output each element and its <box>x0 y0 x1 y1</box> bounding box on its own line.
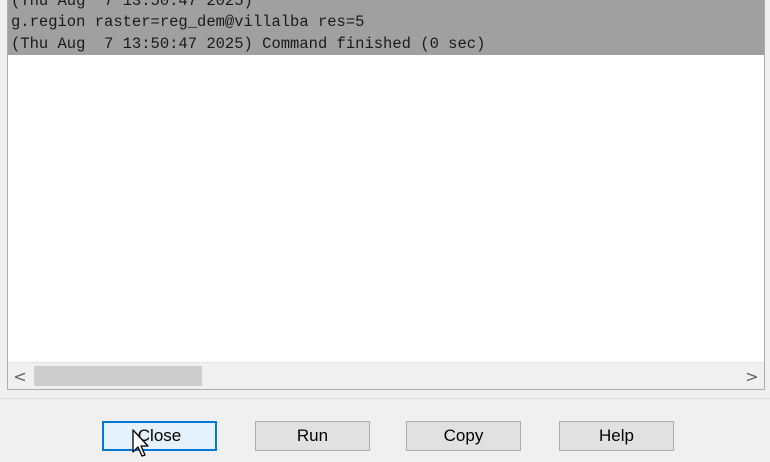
scroll-right-arrow-icon[interactable]: > <box>740 363 764 389</box>
log-line-partial: (Thu Aug 7 13:50:47 2025) <box>8 0 764 11</box>
command-output-panel[interactable]: (Thu Aug 7 13:50:47 2025) g.region raste… <box>7 0 765 390</box>
run-button[interactable]: Run <box>255 421 370 451</box>
help-button[interactable]: Help <box>559 421 674 451</box>
copy-button[interactable]: Copy <box>406 421 521 451</box>
log-line-text: (Thu Aug 7 13:50:47 2025) <box>11 0 253 10</box>
scroll-thumb[interactable] <box>34 366 202 386</box>
horizontal-scrollbar[interactable]: < > <box>8 362 764 389</box>
button-bar: Close Run Copy Help <box>0 398 770 462</box>
log-line: (Thu Aug 7 13:50:47 2025) Command finish… <box>8 33 764 55</box>
close-button[interactable]: Close <box>102 421 217 451</box>
log-line: g.region raster=reg_dem@villalba res=5 <box>8 11 764 33</box>
scroll-left-arrow-icon[interactable]: < <box>8 363 32 389</box>
